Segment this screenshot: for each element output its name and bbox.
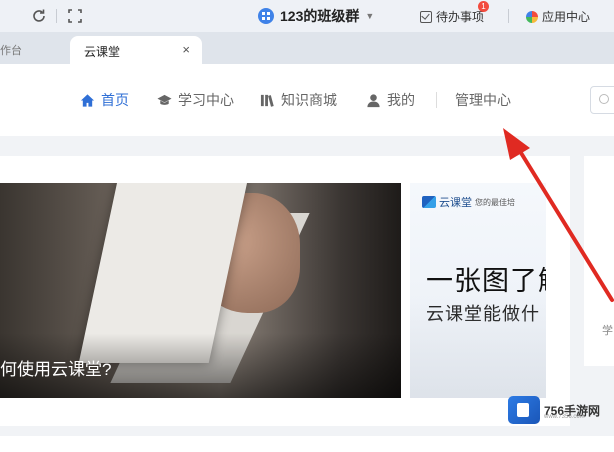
tab-cloud-classroom[interactable]: 云课堂 ×: [70, 36, 202, 64]
checkbox-icon: [420, 10, 432, 23]
books-icon: [260, 94, 274, 107]
nav-knowledge-mall-label: 知识商城: [281, 92, 337, 108]
promo-subline: 云课堂能做什: [426, 304, 540, 324]
todo-count-badge: 1: [478, 1, 489, 12]
app-center-button[interactable]: 应用中心: [526, 8, 590, 25]
next-section-card: [0, 436, 614, 452]
nav-home[interactable]: 首页: [80, 90, 129, 110]
topbar-divider: [56, 9, 57, 23]
topbar-divider: [508, 9, 509, 23]
site-navbar: 首页 学习中心 知识商城 我的 管理中心: [0, 64, 614, 136]
nav-mine-label: 我的: [387, 92, 415, 108]
app-center-label: 应用中心: [542, 10, 591, 24]
chevron-down-icon: ▼: [365, 11, 375, 21]
side-card-text: 学: [602, 325, 613, 337]
watermark-url: www.7356.com: [544, 414, 585, 420]
todo-button[interactable]: 待办事项: [420, 8, 484, 25]
brand-slogan: 您的最佳培: [475, 197, 515, 207]
tab-workbench[interactable]: 作台: [0, 42, 22, 58]
watermark: 756手游网 www.7356.com: [508, 396, 600, 424]
nav-learning-center-label: 学习中心: [178, 92, 234, 108]
brand-name: 云课堂: [439, 197, 472, 209]
user-icon: [367, 93, 380, 107]
search-icon: [599, 94, 609, 104]
todo-label: 待办事项: [436, 10, 485, 24]
side-card: 学: [584, 156, 614, 366]
nav-learning-center[interactable]: 学习中心: [157, 90, 234, 110]
group-selector[interactable]: 123的班级群 ▼: [258, 6, 374, 26]
app-topbar: 123的班级群 ▼ 待办事项 1 应用中心: [0, 0, 614, 32]
search-input[interactable]: [590, 86, 614, 114]
refresh-icon[interactable]: [31, 8, 47, 24]
expand-icon[interactable]: [67, 8, 83, 24]
promo-headline: 一张图了解: [426, 266, 546, 296]
group-icon: [258, 8, 274, 24]
banner-carousel-slide[interactable]: 何使用云课堂?: [0, 183, 401, 398]
graduation-cap-icon: [157, 94, 172, 105]
brand-logo: 云课堂 您的最佳培: [422, 194, 515, 210]
nav-management-center-label: 管理中心: [455, 92, 511, 108]
nav-home-label: 首页: [101, 92, 129, 108]
banner-caption: 何使用云课堂?: [0, 360, 112, 379]
close-icon[interactable]: ×: [182, 42, 190, 57]
group-name: 123的班级群: [280, 8, 360, 24]
promo-card[interactable]: 云课堂 您的最佳培 一张图了解 云课堂能做什: [410, 183, 546, 398]
watermark-logo-icon: [508, 396, 540, 424]
nav-knowledge-mall[interactable]: 知识商城: [260, 90, 337, 110]
nav-mine[interactable]: 我的: [366, 90, 415, 110]
app-center-icon: [526, 10, 538, 23]
nav-divider: [436, 92, 437, 108]
tab-label: 云课堂: [84, 45, 121, 59]
home-icon: [80, 93, 95, 107]
logo-icon: [422, 196, 436, 208]
nav-management-center[interactable]: 管理中心: [455, 90, 511, 110]
